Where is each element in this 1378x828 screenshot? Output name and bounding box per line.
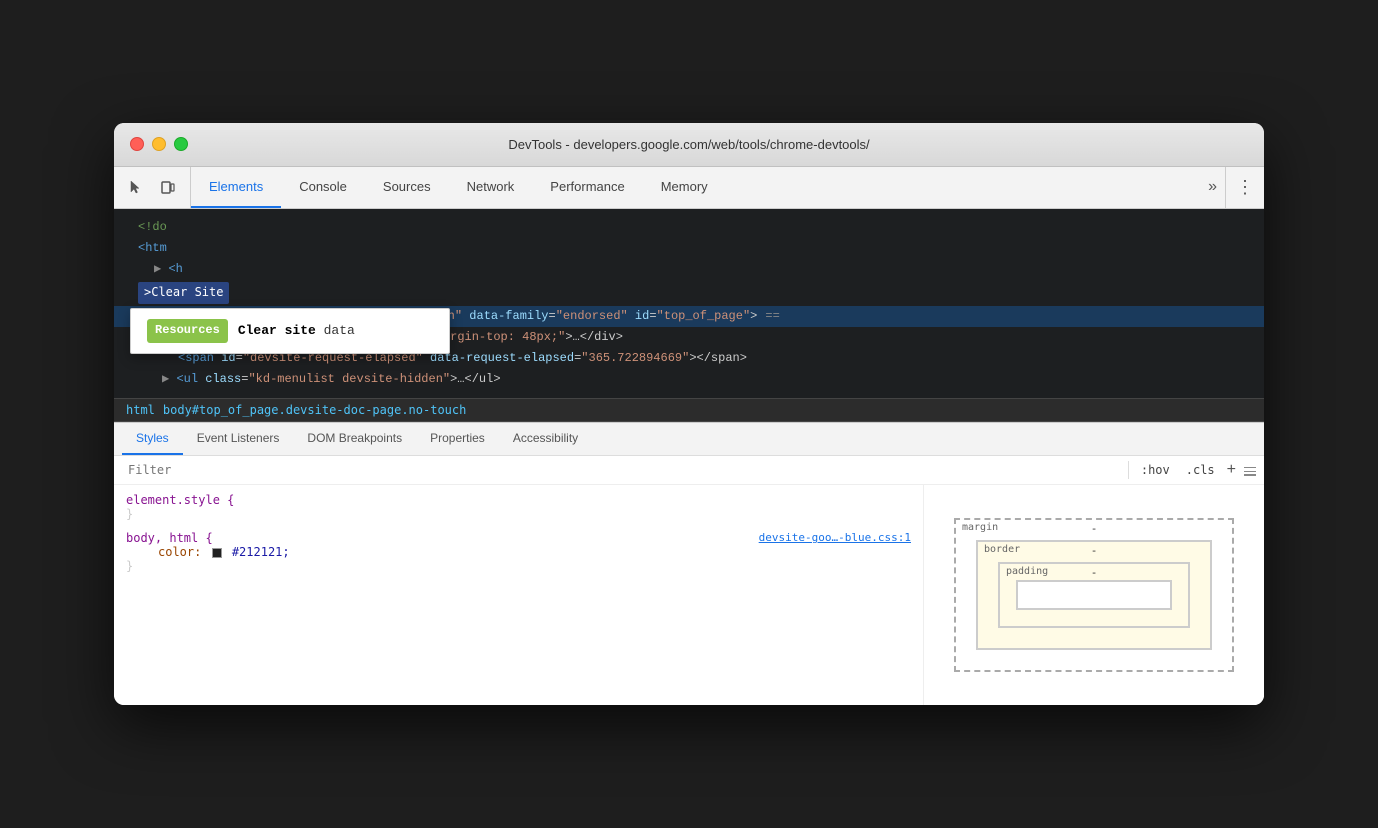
css-rule-element-style: element.style { } xyxy=(126,493,911,521)
css-property: color: #212121; xyxy=(126,545,911,559)
close-button[interactable] xyxy=(130,137,144,151)
filter-container xyxy=(122,460,1120,480)
margin-box: margin - border - padding - xyxy=(954,518,1234,672)
tab-styles[interactable]: Styles xyxy=(122,423,183,455)
autocomplete-badge: Resources xyxy=(147,319,228,342)
filter-divider xyxy=(1128,461,1129,479)
breadcrumb: html body#top_of_page.devsite-doc-page.n… xyxy=(114,398,1264,422)
box-model: margin - border - padding - xyxy=(954,518,1234,672)
border-box: border - padding - xyxy=(976,540,1212,650)
breadcrumb-body[interactable]: body#top_of_page.devsite-doc-page.no-tou… xyxy=(163,403,466,417)
cursor-icon[interactable] xyxy=(122,173,150,201)
autocomplete-text: Clear site data xyxy=(238,321,355,342)
tab-properties[interactable]: Properties xyxy=(416,423,499,455)
box-model-panel: margin - border - padding - xyxy=(924,485,1264,705)
styles-panel: element.style { } body, html { devsite-g… xyxy=(114,485,924,705)
autocomplete-row: >Clear Site Resources Clear site data xyxy=(114,280,1264,305)
bottom-panel: Styles Event Listeners DOM Breakpoints P… xyxy=(114,422,1264,705)
filter-bar: :hov .cls + xyxy=(114,456,1264,485)
window-title: DevTools - developers.google.com/web/too… xyxy=(508,137,869,152)
devtools-window: DevTools - developers.google.com/web/too… xyxy=(114,123,1264,706)
cls-button[interactable]: .cls xyxy=(1182,461,1219,479)
css-selector: body, html { xyxy=(126,531,213,545)
tree-line: <htm xyxy=(114,238,1264,259)
tab-console[interactable]: Console xyxy=(281,167,365,208)
color-swatch xyxy=(212,548,222,558)
styles-tab-bar: Styles Event Listeners DOM Breakpoints P… xyxy=(114,423,1264,456)
more-tabs-button[interactable]: » xyxy=(1200,167,1225,208)
hov-button[interactable]: :hov xyxy=(1137,461,1174,479)
autocomplete-input-display[interactable]: >Clear Site xyxy=(138,282,229,303)
css-rule-body-html: body, html { devsite-goo…-blue.css:1 col… xyxy=(126,531,911,573)
devtools-content: <!do <htm ▶ <h >Clear Site Resources xyxy=(114,209,1264,423)
tab-sources[interactable]: Sources xyxy=(365,167,449,208)
tab-dom-breakpoints[interactable]: DOM Breakpoints xyxy=(293,423,416,455)
filter-input[interactable] xyxy=(122,460,1120,480)
minimize-button[interactable] xyxy=(152,137,166,151)
padding-label: padding xyxy=(1006,566,1048,577)
breadcrumb-html[interactable]: html xyxy=(126,403,155,417)
tab-performance[interactable]: Performance xyxy=(532,167,642,208)
html-tree: <!do <htm ▶ <h >Clear Site Resources xyxy=(114,209,1264,399)
tree-line: ▶ <h xyxy=(114,259,1264,280)
padding-box: padding - xyxy=(998,562,1190,628)
css-source-link[interactable]: devsite-goo…-blue.css:1 xyxy=(759,531,911,545)
titlebar: DevTools - developers.google.com/web/too… xyxy=(114,123,1264,167)
tab-elements[interactable]: Elements xyxy=(191,167,281,208)
padding-top-value: - xyxy=(1091,566,1098,579)
border-top-value: - xyxy=(1091,544,1098,557)
toolbar-icon-group xyxy=(114,167,191,208)
traffic-lights xyxy=(130,137,188,151)
margin-label: margin xyxy=(962,522,998,533)
autocomplete-option[interactable]: Resources Clear site data xyxy=(131,309,449,352)
margin-top-value: - xyxy=(1091,522,1098,535)
content-box xyxy=(1016,580,1172,610)
toolbar-tabs: Elements Console Sources Network Perform… xyxy=(191,167,1200,208)
border-label: border xyxy=(984,544,1020,555)
tab-memory[interactable]: Memory xyxy=(643,167,726,208)
devtools-menu-button[interactable]: ⋮ xyxy=(1225,167,1264,208)
tree-line: ▶ < ul class = "kd-menulist devsite-hidd… xyxy=(114,369,1264,390)
css-selector: element.style { xyxy=(126,493,234,507)
maximize-button[interactable] xyxy=(174,137,188,151)
add-style-button[interactable]: + xyxy=(1227,462,1236,478)
tab-accessibility[interactable]: Accessibility xyxy=(499,423,592,455)
tree-line: <!do xyxy=(114,217,1264,238)
devtools-toolbar: Elements Console Sources Network Perform… xyxy=(114,167,1264,209)
tab-network[interactable]: Network xyxy=(449,167,533,208)
filter-slider-icon[interactable] xyxy=(1244,464,1256,476)
autocomplete-dropdown: Resources Clear site data xyxy=(130,308,450,353)
device-toolbar-icon[interactable] xyxy=(154,173,182,201)
bottom-content: element.style { } body, html { devsite-g… xyxy=(114,485,1264,705)
tab-event-listeners[interactable]: Event Listeners xyxy=(183,423,294,455)
